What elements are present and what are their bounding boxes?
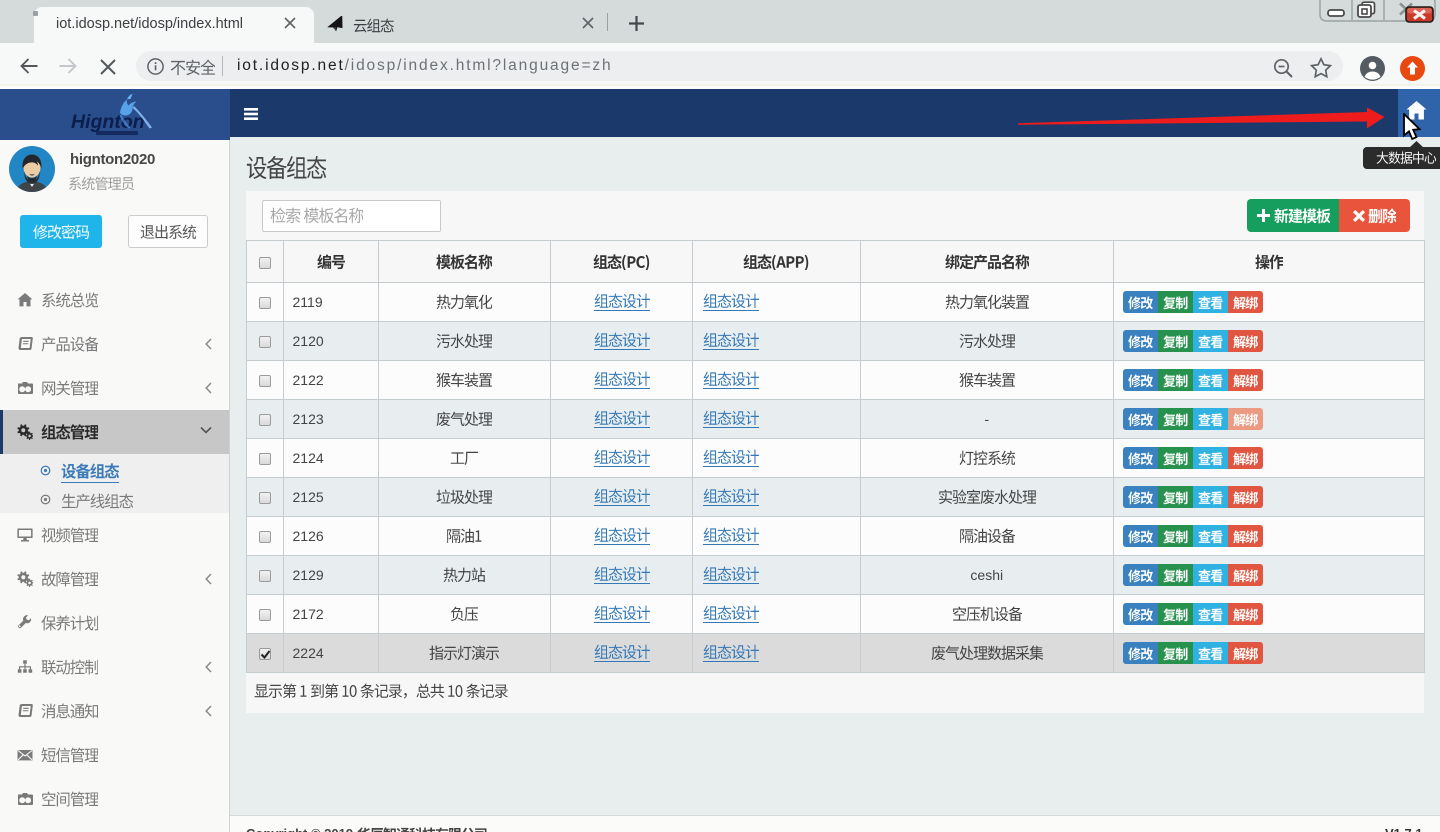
- svg-text:Hignton: Hignton: [71, 111, 145, 133]
